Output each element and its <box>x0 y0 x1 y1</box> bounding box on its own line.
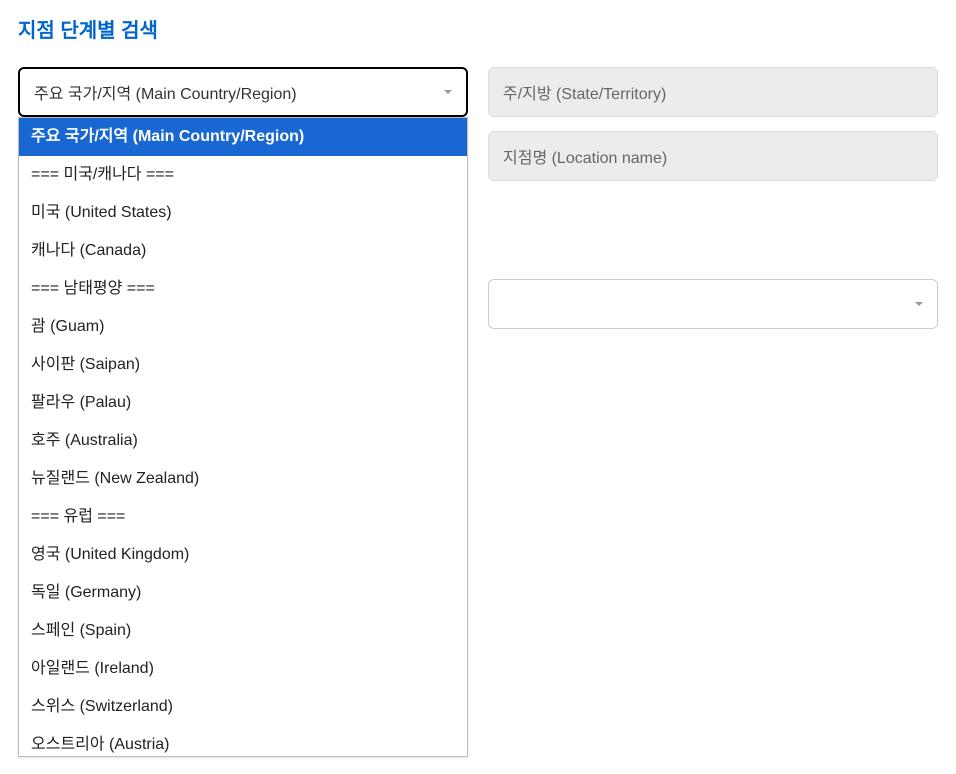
country-option[interactable]: 영국 (United Kingdom) <box>19 536 467 574</box>
state-select-value: 주/지방 (State/Territory) <box>503 80 666 104</box>
country-option[interactable]: 팔라우 (Palau) <box>19 384 467 422</box>
country-option[interactable]: 괌 (Guam) <box>19 308 467 346</box>
country-option[interactable]: 독일 (Germany) <box>19 574 467 612</box>
country-option[interactable]: === 남태평양 === <box>19 270 467 308</box>
state-field: 주/지방 (State/Territory) <box>488 67 938 117</box>
country-select[interactable]: 주요 국가/지역 (Main Country/Region) <box>18 67 468 117</box>
country-option[interactable]: 스페인 (Spain) <box>19 612 467 650</box>
chevron-down-icon <box>444 90 452 94</box>
extra-right-field <box>488 279 938 329</box>
country-option[interactable]: 스위스 (Switzerland) <box>19 688 467 726</box>
country-option[interactable]: === 유럽 === <box>19 498 467 536</box>
country-option[interactable]: 오스트리아 (Austria) <box>19 726 467 757</box>
country-option[interactable]: 아일랜드 (Ireland) <box>19 650 467 688</box>
chevron-down-icon <box>915 302 923 306</box>
country-option[interactable]: 뉴질랜드 (New Zealand) <box>19 460 467 498</box>
state-select: 주/지방 (State/Territory) <box>488 67 938 117</box>
country-field: 주요 국가/지역 (Main Country/Region) 주요 국가/지역 … <box>18 67 468 117</box>
country-dropdown-panel[interactable]: 주요 국가/지역 (Main Country/Region)=== 미국/캐나다… <box>18 117 468 757</box>
country-select-value: 주요 국가/지역 (Main Country/Region) <box>34 80 297 104</box>
country-option[interactable]: === 미국/캐나다 === <box>19 156 467 194</box>
country-option[interactable]: 호주 (Australia) <box>19 422 467 460</box>
country-option[interactable]: 미국 (United States) <box>19 194 467 232</box>
country-option[interactable]: 캐나다 (Canada) <box>19 232 467 270</box>
location-name-select: 지점명 (Location name) <box>488 131 938 181</box>
country-option[interactable]: 주요 국가/지역 (Main Country/Region) <box>19 118 467 156</box>
form-row-1: 주요 국가/지역 (Main Country/Region) 주요 국가/지역 … <box>18 67 938 117</box>
location-name-field: 지점명 (Location name) <box>488 131 938 181</box>
location-name-value: 지점명 (Location name) <box>503 144 667 168</box>
country-option[interactable]: 사이판 (Saipan) <box>19 346 467 384</box>
page-title: 지점 단계별 검색 <box>18 14 938 43</box>
extra-select[interactable] <box>488 279 938 329</box>
